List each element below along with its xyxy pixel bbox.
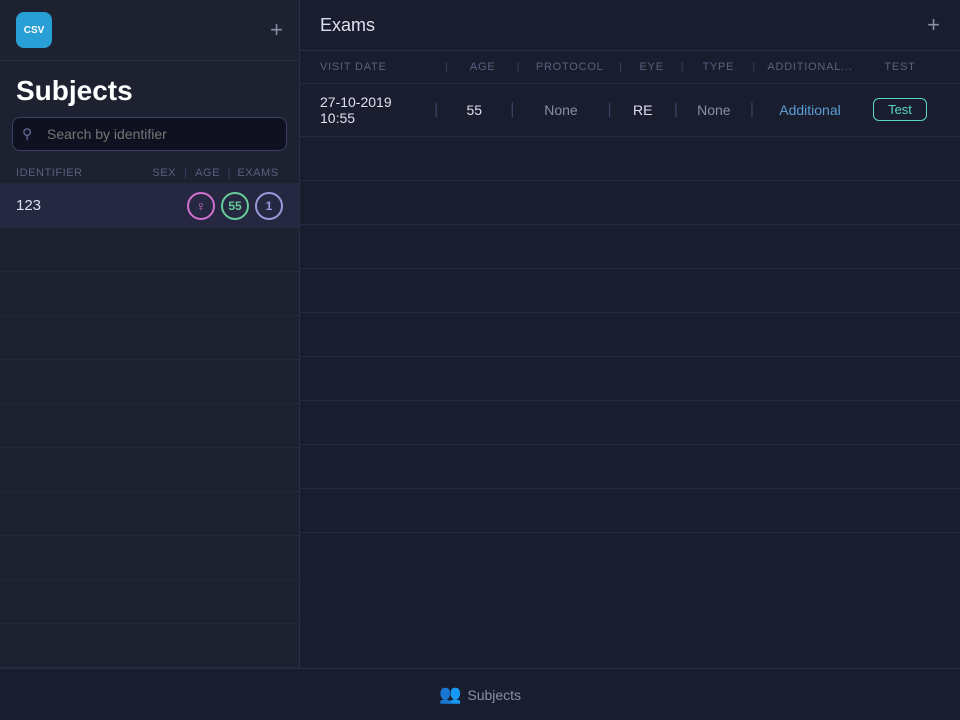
empty-row — [300, 313, 960, 357]
exams-header: Exams + — [300, 0, 960, 51]
exam-eye: RE — [618, 102, 668, 118]
empty-row — [0, 316, 299, 360]
empty-row — [300, 357, 960, 401]
empty-row — [0, 580, 299, 624]
empty-row — [300, 269, 960, 313]
col-identifier-header: IDENTIFIER — [16, 167, 146, 179]
app-logo: CSV — [16, 12, 52, 48]
empty-row — [0, 492, 299, 536]
add-exam-button[interactable]: + — [927, 12, 940, 38]
col-exams-header: EXAMS — [233, 167, 283, 179]
age-badge: 55 — [221, 192, 249, 220]
exam-col-eye-header: EYE — [627, 61, 677, 73]
subjects-nav-icon: 👥 — [439, 684, 461, 705]
exam-col-protocol-header: PROTOCOL — [524, 61, 615, 73]
sidebar-header: CSV + — [0, 0, 299, 61]
empty-row — [300, 445, 960, 489]
empty-row — [0, 272, 299, 316]
exam-col-type-header: TYPE — [688, 61, 748, 73]
exams-badge: 1 — [255, 192, 283, 220]
empty-row — [0, 624, 299, 668]
subjects-list-header: IDENTIFIER SEX | AGE | EXAMS — [0, 163, 299, 184]
exam-additional: Additional — [760, 102, 860, 118]
exam-empty-area — [300, 137, 960, 668]
empty-row — [300, 489, 960, 533]
empty-row — [300, 137, 960, 181]
empty-row — [0, 536, 299, 580]
subject-id: 123 — [16, 197, 187, 214]
add-subject-button[interactable]: + — [270, 19, 283, 41]
search-icon: ⚲ — [22, 126, 32, 143]
exam-visit-date: 27-10-2019 10:55 — [320, 94, 428, 126]
empty-row — [300, 401, 960, 445]
exam-protocol: None — [520, 102, 601, 118]
nav-subjects[interactable]: 👥 Subjects — [439, 684, 521, 705]
empty-row — [0, 448, 299, 492]
col-age-header: AGE — [190, 167, 226, 179]
subject-badges: ♀ 55 1 — [187, 192, 283, 220]
subjects-title: Subjects — [0, 61, 299, 117]
logo-text: CSV — [24, 25, 45, 36]
exam-age: 55 — [444, 102, 504, 118]
exams-title: Exams — [320, 15, 375, 36]
empty-row — [300, 181, 960, 225]
exam-row[interactable]: 27-10-2019 10:55 | 55 | None | RE | None… — [300, 84, 960, 137]
empty-rows — [0, 228, 299, 668]
empty-row — [0, 360, 299, 404]
search-input[interactable] — [12, 117, 287, 151]
exams-table-header: VISIT DATE | AGE | PROTOCOL | EYE | TYPE… — [300, 51, 960, 84]
exam-type: None — [684, 102, 744, 118]
exam-test: Test — [860, 101, 940, 119]
main-content: Exams + VISIT DATE | AGE | PROTOCOL | EY… — [300, 0, 960, 668]
empty-row — [0, 404, 299, 448]
bottom-nav: 👥 Subjects — [0, 668, 960, 720]
empty-row — [0, 228, 299, 272]
col-sex-header: SEX — [146, 167, 182, 179]
exam-col-additional-header: ADDITIONAL... — [760, 61, 860, 73]
nav-subjects-label: Subjects — [467, 687, 521, 703]
subject-row[interactable]: 123 ♀ 55 1 — [0, 184, 299, 228]
app-container: CSV + Subjects ⚲ IDENTIFIER SEX | AGE | … — [0, 0, 960, 720]
empty-row — [300, 225, 960, 269]
gender-badge: ♀ — [187, 192, 215, 220]
search-wrapper: ⚲ — [12, 117, 287, 151]
search-container: ⚲ — [0, 117, 299, 163]
exam-col-age-header: AGE — [453, 61, 513, 73]
test-badge[interactable]: Test — [873, 98, 927, 121]
exam-col-test-header: TEST — [860, 61, 940, 73]
main-layout: CSV + Subjects ⚲ IDENTIFIER SEX | AGE | … — [0, 0, 960, 668]
exam-col-visit-header: VISIT DATE — [320, 61, 441, 73]
sidebar: CSV + Subjects ⚲ IDENTIFIER SEX | AGE | … — [0, 0, 300, 668]
